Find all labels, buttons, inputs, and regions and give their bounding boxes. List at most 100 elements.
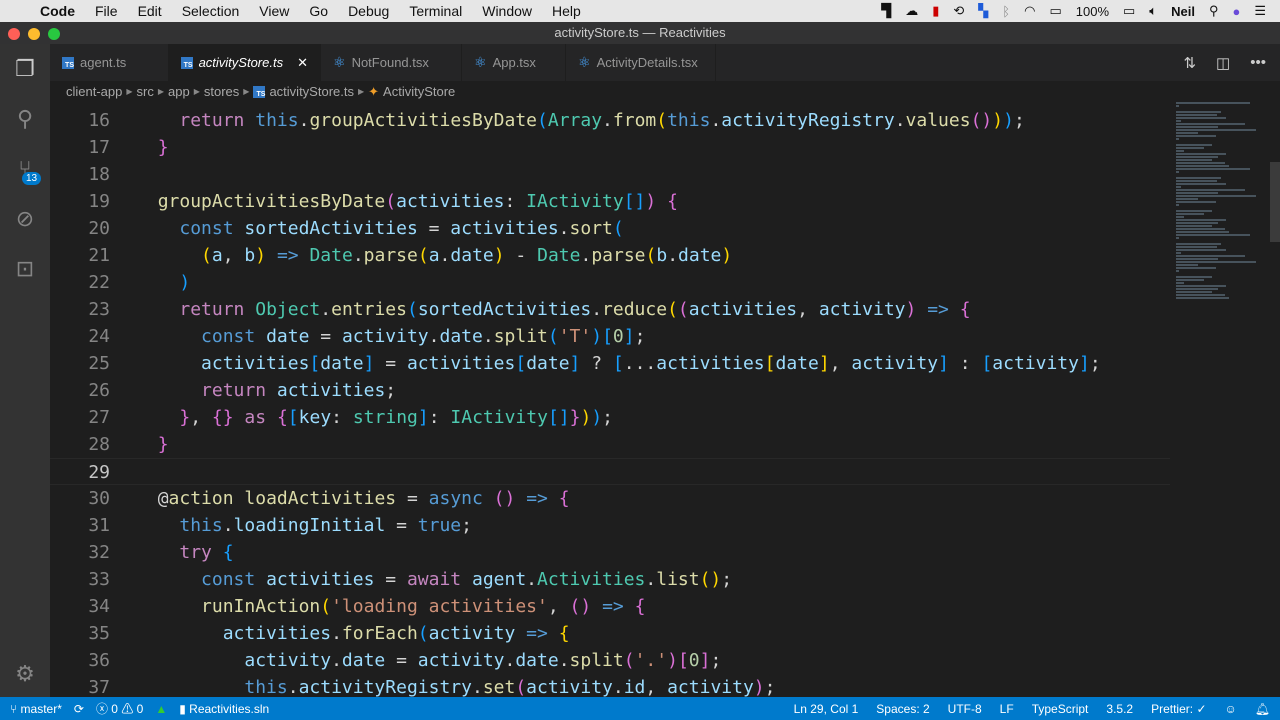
branch-indicator[interactable]: ⑂ master* bbox=[10, 702, 62, 716]
code-token: . bbox=[504, 650, 516, 671]
search-icon[interactable]: ⚲ bbox=[0, 94, 50, 144]
menu-terminal[interactable]: Terminal bbox=[399, 3, 472, 19]
breadcrumb-item[interactable]: client-app bbox=[66, 84, 122, 99]
time-machine-icon[interactable]: ⟲ bbox=[953, 3, 964, 19]
menu-window[interactable]: Window bbox=[472, 3, 542, 19]
code-line[interactable]: 24 const date = activity.date.split('T')… bbox=[50, 323, 1170, 350]
line-number: 20 bbox=[88, 218, 110, 239]
breadcrumb-item[interactable]: stores bbox=[204, 84, 239, 99]
close-tab-icon[interactable]: ✕ bbox=[297, 55, 308, 71]
vertical-scrollbar[interactable] bbox=[1270, 162, 1280, 242]
code-line[interactable]: 27 }, {} as {[key: string]: IActivity[]}… bbox=[50, 404, 1170, 431]
code-line[interactable]: 21 (a, b) => Date.parse(a.date) - Date.p… bbox=[50, 242, 1170, 269]
debug-icon[interactable]: ⊘ bbox=[0, 194, 50, 244]
tab-activitystore-ts[interactable]: TS activityStore.ts ✕ bbox=[169, 44, 321, 81]
code-line[interactable]: 37 this.activityRegistry.set(activity.id… bbox=[50, 674, 1170, 697]
more-actions-icon[interactable]: ••• bbox=[1250, 54, 1266, 71]
code-line[interactable]: 35 activities.forEach(activity => { bbox=[50, 620, 1170, 647]
window-manager-icon[interactable]: ▚ bbox=[978, 3, 988, 19]
code-line[interactable]: 36 activity.date = activity.date.split('… bbox=[50, 647, 1170, 674]
menu-debug[interactable]: Debug bbox=[338, 3, 399, 19]
code-line[interactable]: 22 ) bbox=[50, 269, 1170, 296]
tab-notfound-tsx[interactable]: ⚛ NotFound.tsx bbox=[321, 44, 462, 81]
code-line[interactable]: 18 bbox=[50, 161, 1170, 188]
code-token: . bbox=[667, 245, 679, 266]
minimize-window-button[interactable] bbox=[28, 28, 40, 40]
source-control-icon[interactable]: ⑂ 13 bbox=[0, 144, 50, 194]
breadcrumb-item[interactable]: activityStore.ts bbox=[269, 84, 354, 99]
menu-file[interactable]: File bbox=[85, 3, 128, 19]
typescript-file-icon: TS bbox=[253, 85, 266, 98]
code-line[interactable]: 29 bbox=[50, 458, 1170, 485]
volume-icon[interactable]: 🔈︎ bbox=[1149, 3, 1157, 19]
code-line[interactable]: 20 const sortedActivities = activities.s… bbox=[50, 215, 1170, 242]
code-line[interactable]: 31 this.loadingInitial = true; bbox=[50, 512, 1170, 539]
battery-icon[interactable]: ▭ bbox=[1123, 3, 1135, 19]
code-line[interactable]: 26 return activities; bbox=[50, 377, 1170, 404]
code-line[interactable]: 23 return Object.entries(sortedActivitie… bbox=[50, 296, 1170, 323]
live-share-icon[interactable]: ▲ bbox=[155, 702, 167, 716]
encoding[interactable]: UTF-8 bbox=[948, 702, 982, 716]
user-name[interactable]: Neil bbox=[1171, 4, 1195, 19]
sync-icon[interactable]: ⟳ bbox=[74, 702, 84, 716]
zoom-window-button[interactable] bbox=[48, 28, 60, 40]
code-line[interactable]: 19 groupActivitiesByDate(activities: IAc… bbox=[50, 188, 1170, 215]
bluetooth-icon[interactable]: ᛒ bbox=[1002, 4, 1010, 19]
code-line[interactable]: 16 return this.groupActivitiesByDate(Arr… bbox=[50, 107, 1170, 134]
menu-go[interactable]: Go bbox=[299, 3, 338, 19]
code-line[interactable]: 33 const activities = await agent.Activi… bbox=[50, 566, 1170, 593]
code-editor[interactable]: 16 return this.groupActivitiesByDate(Arr… bbox=[50, 102, 1280, 697]
wifi-icon[interactable]: ◠ bbox=[1024, 3, 1035, 19]
menu-edit[interactable]: Edit bbox=[128, 3, 172, 19]
code-lines[interactable]: 16 return this.groupActivitiesByDate(Arr… bbox=[50, 107, 1170, 697]
solution-indicator[interactable]: ▮ Reactivities.sln bbox=[179, 702, 269, 716]
siri-icon[interactable]: ● bbox=[1232, 4, 1240, 19]
code-token: = bbox=[417, 218, 451, 239]
code-token: this bbox=[255, 110, 299, 131]
breadcrumb-item[interactable]: ActivityStore bbox=[383, 84, 455, 99]
extensions-icon[interactable]: ⊡ bbox=[0, 244, 50, 294]
cursor-position[interactable]: Ln 29, Col 1 bbox=[794, 702, 859, 716]
indentation[interactable]: Spaces: 2 bbox=[876, 702, 929, 716]
code-line[interactable]: 28 } bbox=[50, 431, 1170, 458]
code-token: activity bbox=[667, 677, 754, 697]
breadcrumb-item[interactable]: src bbox=[137, 84, 154, 99]
split-editor-icon[interactable]: ◫ bbox=[1216, 54, 1230, 72]
film-icon[interactable]: ▮ bbox=[932, 3, 939, 19]
minimap-line bbox=[1176, 276, 1212, 278]
typescript-version[interactable]: 3.5.2 bbox=[1106, 702, 1133, 716]
code-line[interactable]: 32 try { bbox=[50, 539, 1170, 566]
menu-app[interactable]: Code bbox=[30, 3, 85, 19]
breadcrumb-item[interactable]: app bbox=[168, 84, 190, 99]
minimap[interactable] bbox=[1172, 102, 1262, 402]
notification-center-icon[interactable]: ☰ bbox=[1254, 3, 1266, 19]
code-line[interactable]: 17 } bbox=[50, 134, 1170, 161]
notifications-bell-icon[interactable]: 🔔︎ bbox=[1255, 702, 1270, 716]
tab-agent-ts[interactable]: TS agent.ts bbox=[50, 44, 169, 81]
menu-selection[interactable]: Selection bbox=[172, 3, 250, 19]
paint-roller-icon[interactable]: ▜ bbox=[881, 3, 891, 19]
problems-indicator[interactable]: ⓧ 0 ⚠ 0 bbox=[96, 700, 143, 717]
explorer-icon[interactable]: ❐ bbox=[0, 44, 50, 94]
language-mode[interactable]: TypeScript bbox=[1032, 702, 1089, 716]
code-line[interactable]: 34 runInAction('loading activities', () … bbox=[50, 593, 1170, 620]
tab-app-tsx[interactable]: ⚛ App.tsx bbox=[462, 44, 566, 81]
menu-help[interactable]: Help bbox=[542, 3, 591, 19]
airplay-icon[interactable]: ▭ bbox=[1049, 3, 1061, 19]
tab-activitydetails-tsx[interactable]: ⚛ ActivityDetails.tsx bbox=[566, 44, 716, 81]
code-line[interactable]: 25 activities[date] = activities[date] ?… bbox=[50, 350, 1170, 377]
feedback-smiley-icon[interactable]: ☺ bbox=[1225, 702, 1237, 716]
minimap-line bbox=[1176, 225, 1212, 227]
line-ending[interactable]: LF bbox=[1000, 702, 1014, 716]
code-token: ; bbox=[461, 515, 472, 536]
open-changes-icon[interactable]: ⇅ bbox=[1183, 54, 1196, 72]
close-window-button[interactable] bbox=[8, 28, 20, 40]
cloud-icon[interactable]: ☁ bbox=[905, 3, 918, 19]
minimap-line bbox=[1176, 168, 1250, 170]
settings-gear-icon[interactable]: ⚙ bbox=[0, 649, 50, 699]
code-line[interactable]: 30 @action loadActivities = async () => … bbox=[50, 485, 1170, 512]
prettier-status[interactable]: Prettier: ✓ bbox=[1151, 702, 1206, 716]
spotlight-search-icon[interactable]: ⚲ bbox=[1209, 3, 1219, 19]
menu-view[interactable]: View bbox=[249, 3, 299, 19]
